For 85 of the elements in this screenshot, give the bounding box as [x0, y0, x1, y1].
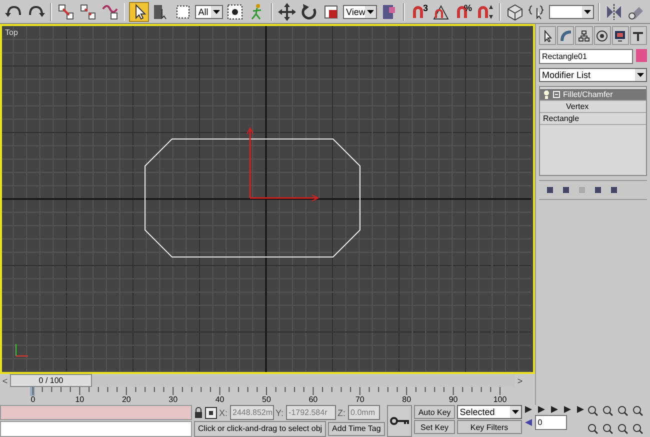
frame-number: 60: [308, 395, 318, 404]
frame-number: 70: [355, 395, 364, 404]
panel-tab[interactable]: [630, 26, 648, 45]
previous-frame-button[interactable]: <: [0, 376, 10, 386]
frame-number: 20: [122, 395, 131, 404]
angle-snap-icon: [432, 2, 450, 20]
pipe-icon: [560, 30, 572, 42]
mirror-icon: [605, 2, 624, 20]
z-label: Z:: [338, 408, 346, 418]
box-icon: [506, 2, 524, 20]
rotate-button[interactable]: [298, 2, 319, 22]
caret-icon: [637, 73, 644, 77]
frame-number: 90: [448, 395, 458, 404]
magnet-button[interactable]: %: [452, 2, 473, 22]
cursor-icon: [542, 30, 554, 42]
auto-key-button[interactable]: Auto Key: [414, 405, 455, 419]
spinner-snap-icon: [476, 2, 494, 20]
script-listener-field[interactable]: [0, 405, 192, 420]
object-name-field[interactable]: Rectangle01: [539, 49, 633, 64]
caret-icon: [512, 410, 519, 414]
viewport[interactable]: Top: [0, 24, 535, 374]
magnet-button[interactable]: 3: [408, 2, 429, 22]
frame-number: 30: [168, 395, 178, 404]
stack-item[interactable]: Rectangle: [540, 113, 646, 125]
crossing-icon: [226, 2, 244, 20]
frame-number: 10: [75, 395, 84, 404]
link-button[interactable]: [56, 2, 76, 22]
dropdown[interactable]: [548, 4, 594, 18]
cursor-button[interactable]: [129, 2, 150, 22]
bind-icon: [100, 2, 119, 20]
motion-icon: [596, 30, 608, 42]
key-filters-button[interactable]: Key Filters: [456, 420, 522, 434]
y-label: Y:: [276, 408, 284, 418]
scale-icon: [322, 2, 340, 20]
object-color-swatch[interactable]: [636, 49, 647, 62]
script-input-field[interactable]: [0, 421, 192, 437]
key-icon: [390, 417, 410, 425]
caret-icon: [367, 10, 374, 14]
frame-number: 40: [215, 395, 224, 404]
snap-dimension-label: %: [464, 2, 472, 12]
frame-number: 80: [402, 395, 412, 404]
move-icon: [278, 2, 296, 20]
time-slider-track[interactable]: 0 / 100: [10, 374, 515, 387]
unlink-icon: [78, 2, 97, 20]
dotted-rectangle-icon: [174, 2, 192, 20]
panel-tab[interactable]: [539, 26, 556, 45]
unlink-button[interactable]: [78, 2, 98, 22]
bulb-icon[interactable]: [543, 90, 550, 99]
rotate-icon: [300, 2, 318, 20]
collapse-icon[interactable]: [553, 91, 560, 98]
frame-number: 50: [262, 395, 271, 404]
set-key-button[interactable]: [386, 405, 412, 437]
panel-tab[interactable]: [594, 26, 611, 45]
stack-item[interactable]: Vertex: [540, 101, 646, 113]
frame-number: 100: [493, 395, 507, 404]
set-key-button[interactable]: Set Key: [414, 420, 455, 434]
move-button[interactable]: [276, 2, 297, 22]
frame-number: 0: [30, 395, 36, 404]
link-icon: [56, 2, 75, 20]
dropdown[interactable]: All: [195, 4, 224, 18]
box-button[interactable]: [504, 2, 525, 22]
caret-icon: [584, 10, 592, 14]
next-frame-button[interactable]: >: [515, 376, 525, 386]
panel-tab[interactable]: [612, 26, 629, 45]
x-label: X:: [219, 408, 228, 418]
key-mode-dropdown[interactable]: Selected: [456, 405, 522, 419]
hammer-icon: [632, 30, 644, 42]
status-prompt: Click or click-and-drag to select obj: [194, 420, 326, 436]
panel-tab[interactable]: [575, 26, 593, 45]
named-selection-icon: [528, 2, 546, 20]
zoom-icon[interactable]: [586, 405, 598, 416]
viewport-label[interactable]: Top: [5, 28, 18, 37]
hierarchy-icon: [578, 30, 590, 42]
monitor-icon: [614, 30, 626, 42]
dropdown[interactable]: View: [342, 4, 378, 18]
add-time-tag-button[interactable]: Add Time Tag: [328, 422, 385, 436]
caret-icon: [213, 10, 220, 14]
time-slider-thumb[interactable]: 0 / 100: [10, 374, 92, 387]
axis-tripod-icon: [16, 344, 28, 356]
snap-dimension-label: 3: [422, 2, 428, 12]
modifier-list-dropdown[interactable]: Modifier List: [539, 68, 647, 82]
absolute-mode-icon[interactable]: [205, 406, 217, 418]
current-frame-field[interactable]: 0: [534, 415, 567, 430]
stack-item[interactable]: Fillet/Chamfer: [540, 89, 646, 101]
lock-icon[interactable]: [194, 407, 203, 418]
